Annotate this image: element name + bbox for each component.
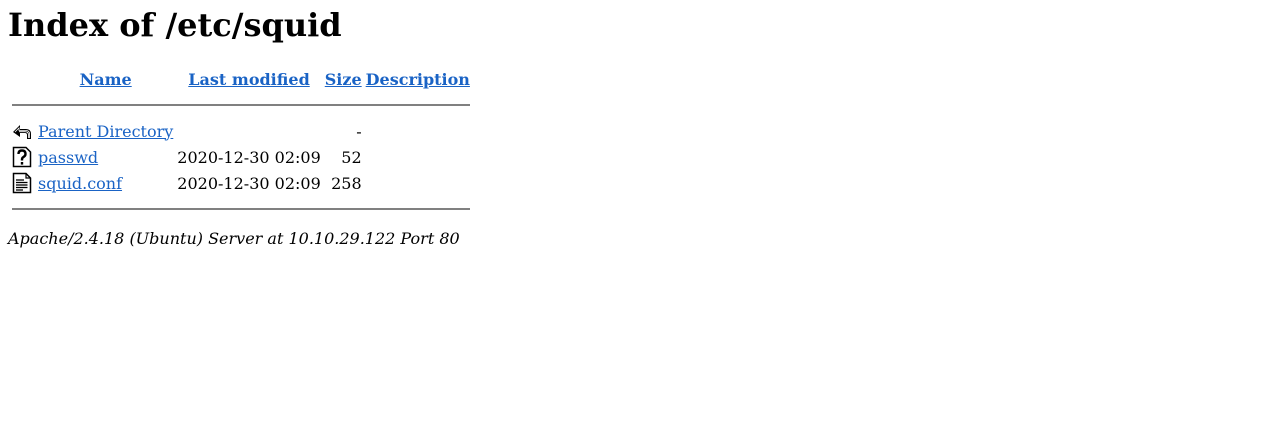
table-row: Parent Directory - [11, 119, 471, 143]
size-cell: 258 [331, 173, 362, 193]
sort-by-name-link[interactable]: Name [80, 70, 132, 89]
description-column-header: Description [365, 67, 471, 91]
page-title: Index of /etc/squid [8, 6, 342, 44]
size-cell: 52 [341, 147, 362, 167]
modified-cell [176, 119, 321, 143]
size-column-header: Size [324, 67, 363, 91]
description-cell [365, 119, 471, 143]
back-arrow-icon [13, 125, 31, 139]
sort-by-description-link[interactable]: Description [366, 70, 470, 89]
file-link-squid-conf[interactable]: squid.conf [38, 174, 122, 193]
sort-by-size-link[interactable]: Size [325, 70, 362, 89]
header-divider [12, 104, 470, 106]
size-cell: - [356, 121, 362, 141]
modified-cell: 2020-12-30 02:09 [177, 147, 321, 167]
separator-row [11, 197, 471, 221]
table-row: passwd 2020-12-30 02:09 52 [11, 145, 471, 169]
last-modified-column-header: Last modified [176, 67, 321, 91]
icon-column-header [11, 67, 35, 91]
text-file-icon [12, 172, 32, 194]
table-header-row: Name Last modified Size Description [11, 67, 471, 91]
footer-divider [12, 208, 470, 210]
server-signature: Apache/2.4.18 (Ubuntu) Server at 10.10.2… [8, 229, 460, 248]
table-row: squid.conf 2020-12-30 02:09 258 [11, 171, 471, 195]
modified-cell: 2020-12-30 02:09 [177, 173, 321, 193]
sort-by-last-modified-link[interactable]: Last modified [188, 70, 309, 89]
separator-row [11, 93, 471, 117]
file-link-passwd[interactable]: passwd [38, 148, 98, 167]
name-column-header: Name [37, 67, 174, 91]
unknown-file-icon [12, 146, 32, 168]
directory-listing-table: Name Last modified Size Description Pare… [9, 65, 473, 223]
description-cell [365, 145, 471, 169]
file-link-parent-directory[interactable]: Parent Directory [38, 122, 173, 141]
description-cell [365, 171, 471, 195]
